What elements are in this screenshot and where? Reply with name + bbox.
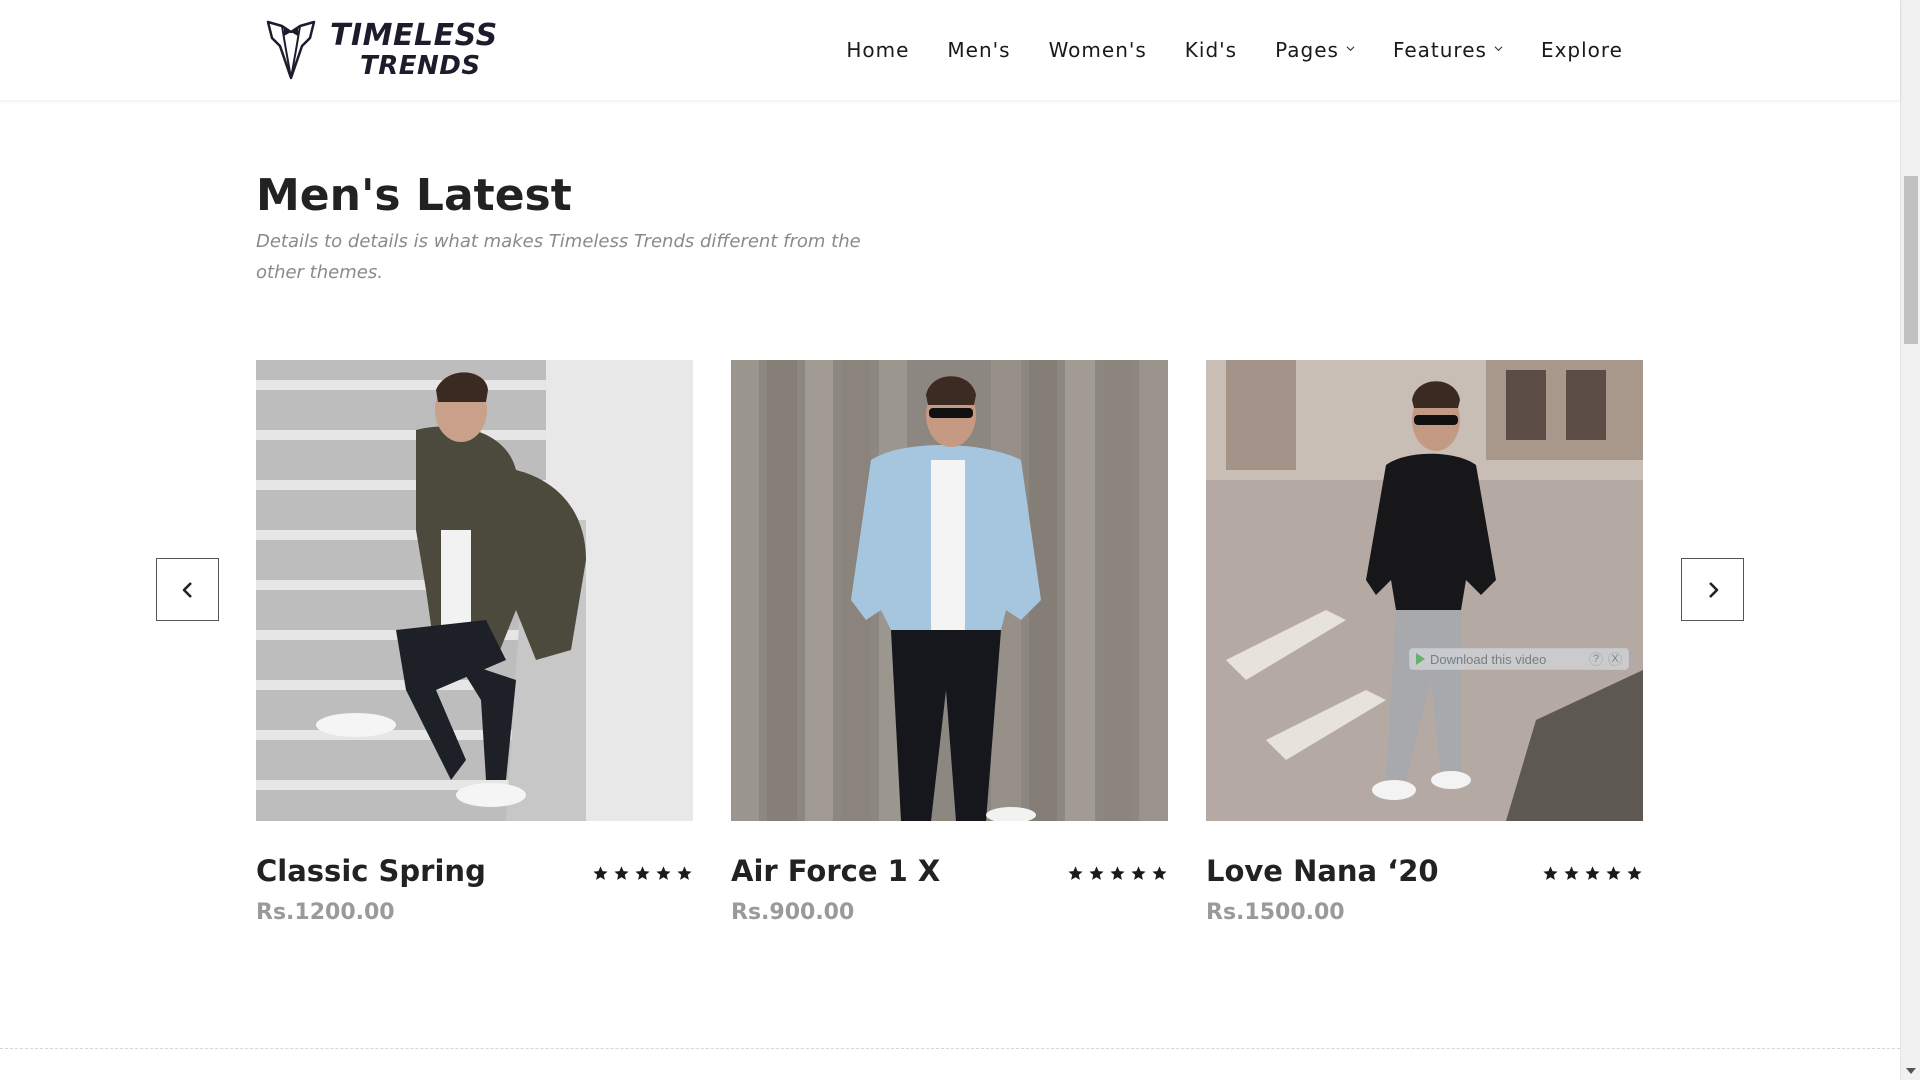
nav-label: Kid's bbox=[1184, 38, 1238, 62]
product-image[interactable] bbox=[256, 360, 693, 821]
star-icon bbox=[1585, 866, 1600, 880]
section-divider bbox=[0, 1048, 1900, 1049]
scrollbar-thumb[interactable] bbox=[1904, 176, 1918, 344]
download-video-label: Download this video bbox=[1430, 651, 1547, 667]
brand-name: TIMELESS TRENDS bbox=[330, 18, 498, 81]
nav-item-home[interactable]: Home bbox=[846, 38, 909, 62]
product-card[interactable]: Air Force 1 X Rs.900.00 bbox=[731, 360, 1168, 941]
product-info: Love Nana ‘20 Rs.1500.00 bbox=[1206, 821, 1643, 941]
star-icon bbox=[1606, 866, 1621, 880]
product-info: Classic Spring Rs.1200.00 bbox=[256, 821, 693, 941]
help-icon[interactable]: ? bbox=[1589, 652, 1603, 666]
star-icon bbox=[1068, 866, 1083, 880]
star-icon bbox=[1110, 866, 1125, 880]
product-name[interactable]: Classic Spring bbox=[256, 854, 486, 888]
product-price: Rs.1500.00 bbox=[1206, 900, 1345, 925]
carousel-prev-button[interactable] bbox=[156, 558, 219, 621]
star-icon bbox=[656, 866, 671, 880]
star-icon bbox=[593, 866, 608, 880]
nav-label: Women's bbox=[1048, 38, 1147, 62]
product-info: Air Force 1 X Rs.900.00 bbox=[731, 821, 1168, 941]
nav-item-kids[interactable]: Kid's bbox=[1185, 38, 1237, 62]
man-denim-jacket-photo bbox=[731, 360, 1168, 821]
product-price: Rs.900.00 bbox=[731, 900, 855, 925]
star-icon bbox=[635, 866, 650, 880]
product-rating bbox=[1067, 865, 1168, 882]
star-icon bbox=[1131, 866, 1146, 880]
star-icon bbox=[1089, 866, 1104, 880]
chevron-right-icon bbox=[1708, 581, 1718, 598]
nav-item-pages[interactable]: Pages bbox=[1275, 38, 1355, 62]
chevron-left-icon bbox=[182, 581, 192, 598]
star-icon bbox=[677, 866, 692, 880]
nav-item-explore[interactable]: Explore bbox=[1541, 38, 1623, 62]
scroll-down-arrow-icon[interactable] bbox=[1906, 1068, 1916, 1074]
nav-label: Home bbox=[846, 38, 910, 62]
close-icon[interactable]: X bbox=[1608, 652, 1622, 666]
man-on-stairs-photo bbox=[256, 360, 693, 821]
site-header: TIMELESS TRENDS Home Men's Women's Kid's… bbox=[0, 0, 1900, 100]
nav-item-womens[interactable]: Women's bbox=[1049, 38, 1147, 62]
nav-label: Features bbox=[1392, 38, 1487, 62]
play-icon bbox=[1416, 653, 1425, 665]
product-image[interactable]: Download this video ? X bbox=[1206, 360, 1643, 821]
product-price: Rs.1200.00 bbox=[256, 900, 395, 925]
section-subtitle: Details to details is what makes Timeles… bbox=[256, 231, 861, 283]
product-card[interactable]: Download this video ? X Love Nana ‘20 Rs… bbox=[1206, 360, 1643, 941]
nav-item-features[interactable]: Features bbox=[1393, 38, 1503, 62]
chevron-down-icon bbox=[1346, 46, 1355, 52]
download-video-overlay[interactable]: Download this video ? X bbox=[1409, 648, 1629, 670]
nav-label: Pages bbox=[1275, 38, 1339, 62]
page: TIMELESS TRENDS Home Men's Women's Kid's… bbox=[0, 0, 1920, 1080]
product-rating bbox=[1542, 865, 1643, 882]
star-icon bbox=[1152, 866, 1167, 880]
man-street-photo bbox=[1206, 360, 1643, 821]
brand-name-line1: TIMELESS bbox=[330, 18, 498, 53]
product-card[interactable]: Classic Spring Rs.1200.00 bbox=[256, 360, 693, 941]
section-title: Men's Latest bbox=[256, 170, 572, 221]
product-name[interactable]: Air Force 1 X bbox=[731, 854, 940, 888]
star-icon bbox=[1564, 866, 1579, 880]
nav-label: Men's bbox=[947, 38, 1011, 62]
carousel-next-button[interactable] bbox=[1681, 558, 1744, 621]
product-image[interactable] bbox=[731, 360, 1168, 821]
brand-name-line2: TRENDS bbox=[360, 51, 481, 81]
nav-item-mens[interactable]: Men's bbox=[947, 38, 1010, 62]
tuxedo-logo-icon bbox=[266, 20, 316, 80]
brand-logo[interactable]: TIMELESS TRENDS bbox=[262, 16, 498, 84]
star-icon bbox=[614, 866, 629, 880]
chevron-down-icon bbox=[1494, 46, 1503, 52]
main-nav: Home Men's Women's Kid's Pages Features … bbox=[846, 0, 1623, 100]
product-rating bbox=[592, 865, 693, 882]
star-icon bbox=[1543, 866, 1558, 880]
page-scrollbar[interactable] bbox=[1900, 0, 1920, 1080]
product-name[interactable]: Love Nana ‘20 bbox=[1206, 854, 1439, 888]
star-icon bbox=[1627, 866, 1642, 880]
nav-label: Explore bbox=[1540, 38, 1623, 62]
